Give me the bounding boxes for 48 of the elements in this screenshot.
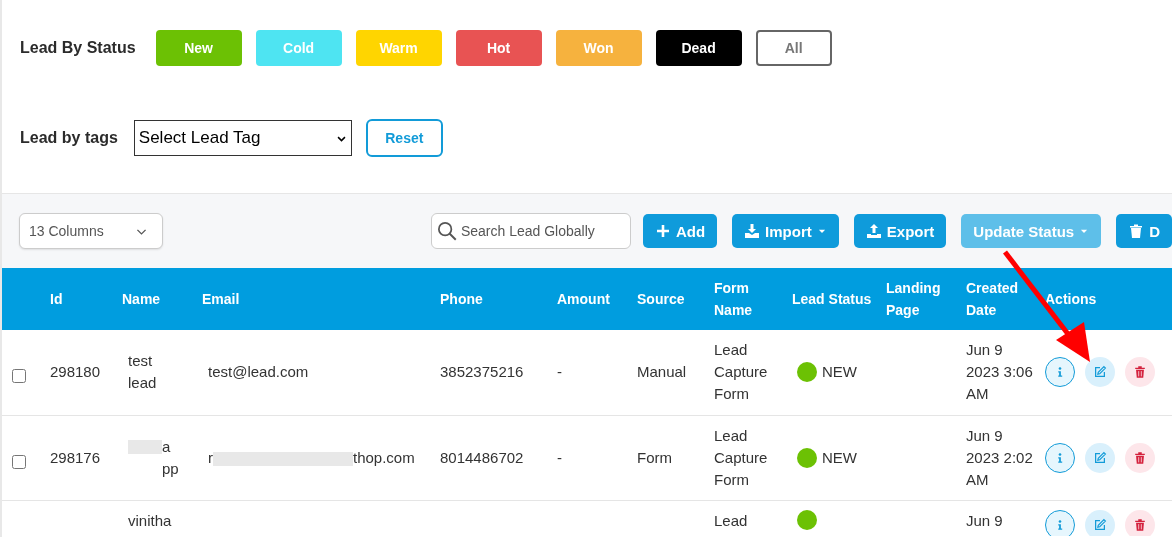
column-header: Landing Page	[886, 268, 966, 330]
column-header: Actions	[1045, 268, 1172, 330]
table-text: Lead Capture Form	[714, 426, 768, 488]
table-text: 3852375216	[440, 363, 524, 381]
toolbar-button[interactable]: Export	[853, 214, 947, 248]
status-text: NEW	[822, 362, 857, 383]
table-text: Manual	[637, 363, 687, 381]
column-header: Name	[122, 268, 202, 330]
toolbar-button[interactable]: Import	[732, 214, 839, 248]
status-filter-button[interactable]: All	[755, 30, 832, 66]
column-header: Email	[202, 268, 440, 330]
column-header: Phone	[440, 268, 557, 330]
table-text: -	[557, 363, 562, 381]
table-text: Form	[637, 448, 672, 466]
table-text: Lead	[714, 511, 748, 529]
table-text: vinitha	[128, 510, 172, 531]
table-text: thop.com	[353, 448, 415, 466]
search-field[interactable]: Search Lead Globally	[430, 213, 631, 249]
status-filter-button[interactable]: Dead	[655, 30, 742, 66]
status-text: NEW	[822, 447, 857, 468]
table-text: Lead Capture Form	[714, 341, 768, 403]
toolbar-button[interactable]: Add	[642, 214, 718, 248]
table-text: test lead	[128, 351, 157, 394]
filter-label: Lead by tags	[20, 129, 118, 147]
table-text: Jun 9 2023 2:02 AM	[966, 426, 1033, 488]
table-text: Jun 9	[966, 511, 1003, 529]
table-text: Jun 9 2023 3:06 AM	[966, 341, 1033, 403]
column-header: Id	[50, 268, 122, 330]
table-text: 298176	[50, 448, 101, 466]
column-header: Source	[637, 268, 714, 330]
columns-select[interactable]: 13 Columns	[19, 213, 163, 249]
table-text: test@lead.com	[208, 363, 309, 381]
column-header: Amount	[557, 268, 637, 330]
toolbar-button[interactable]: D	[1116, 214, 1172, 248]
status-filter-button[interactable]: Hot	[455, 30, 542, 66]
table-text: a pp	[162, 436, 179, 479]
column-header: Lead Status	[792, 268, 886, 330]
filter-label: Lead By Status	[20, 39, 136, 57]
table-text: 298180	[50, 363, 101, 381]
table-text: -	[557, 448, 562, 466]
tag-select[interactable]: Select Lead Tag	[133, 120, 352, 156]
status-filter-button[interactable]: Won	[555, 30, 642, 66]
column-header: Created Date	[966, 268, 1045, 330]
column-header: Form Name	[714, 268, 792, 330]
table-text: r	[208, 448, 213, 466]
status-filter-button[interactable]: New	[155, 30, 242, 66]
table-text: 8014486702	[440, 448, 524, 466]
reset-button[interactable]: Reset	[365, 119, 443, 157]
